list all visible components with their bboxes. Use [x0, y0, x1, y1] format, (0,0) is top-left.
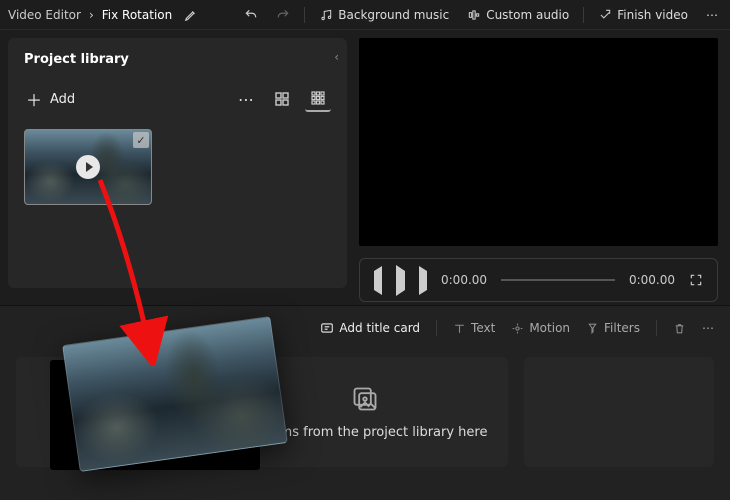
edit-name-button[interactable] [180, 6, 202, 24]
collapse-button[interactable]: ‹ [334, 50, 339, 64]
next-frame-button[interactable] [419, 271, 427, 290]
view-small-icons-button[interactable] [305, 86, 331, 112]
custom-audio-button[interactable]: Custom audio [463, 6, 573, 24]
filters-button[interactable]: Filters [586, 321, 640, 335]
view-large-icons-button[interactable] [269, 86, 295, 112]
library-more-button[interactable]: ⋯ [233, 86, 259, 112]
time-current: 0:00.00 [441, 273, 487, 287]
motion-label: Motion [529, 321, 570, 335]
add-media-button[interactable]: ＋ Add [24, 83, 77, 115]
motion-button[interactable]: Motion [511, 321, 570, 335]
project-library-panel: Project library ‹ ＋ Add ⋯ ✓ [8, 38, 347, 288]
redo-button[interactable] [272, 6, 294, 24]
add-label: Add [50, 92, 75, 107]
video-preview [359, 38, 718, 246]
breadcrumb-root[interactable]: Video Editor [8, 8, 81, 22]
checkmark-icon: ✓ [133, 132, 149, 148]
text-button[interactable]: Text [453, 321, 495, 335]
add-title-card-button[interactable]: Add title card [320, 321, 420, 335]
chevron-right-icon: › [89, 8, 94, 22]
add-title-label: Add title card [339, 321, 420, 335]
playback-controls: 0:00.00 0:00.00 [359, 258, 718, 302]
prev-frame-button[interactable] [374, 271, 382, 290]
text-label: Text [471, 321, 495, 335]
library-clip-thumbnail[interactable]: ✓ [24, 129, 152, 205]
delete-button[interactable] [673, 322, 686, 335]
top-bar: Video Editor › Fix Rotation Background m… [0, 0, 730, 30]
more-options-button[interactable]: ⋯ [702, 6, 722, 24]
storyboard-more-button[interactable]: ⋯ [702, 321, 714, 335]
background-music-button[interactable]: Background music [315, 6, 453, 24]
storyboard-slot[interactable] [524, 357, 714, 467]
undo-button[interactable] [240, 6, 262, 24]
filters-label: Filters [604, 321, 640, 335]
plus-icon: ＋ [26, 87, 42, 111]
time-total: 0:00.00 [629, 273, 675, 287]
play-button[interactable] [396, 271, 405, 290]
library-title: Project library [24, 52, 331, 67]
seek-slider[interactable] [501, 279, 615, 281]
custom-audio-label: Custom audio [486, 8, 569, 22]
bg-music-label: Background music [338, 8, 449, 22]
finish-video-button[interactable]: Finish video [594, 6, 692, 24]
fullscreen-button[interactable] [689, 273, 703, 287]
play-icon [76, 155, 100, 179]
breadcrumb: Video Editor › Fix Rotation [8, 6, 202, 24]
breadcrumb-project[interactable]: Fix Rotation [102, 8, 172, 22]
image-stack-icon [351, 385, 379, 413]
finish-label: Finish video [617, 8, 688, 22]
